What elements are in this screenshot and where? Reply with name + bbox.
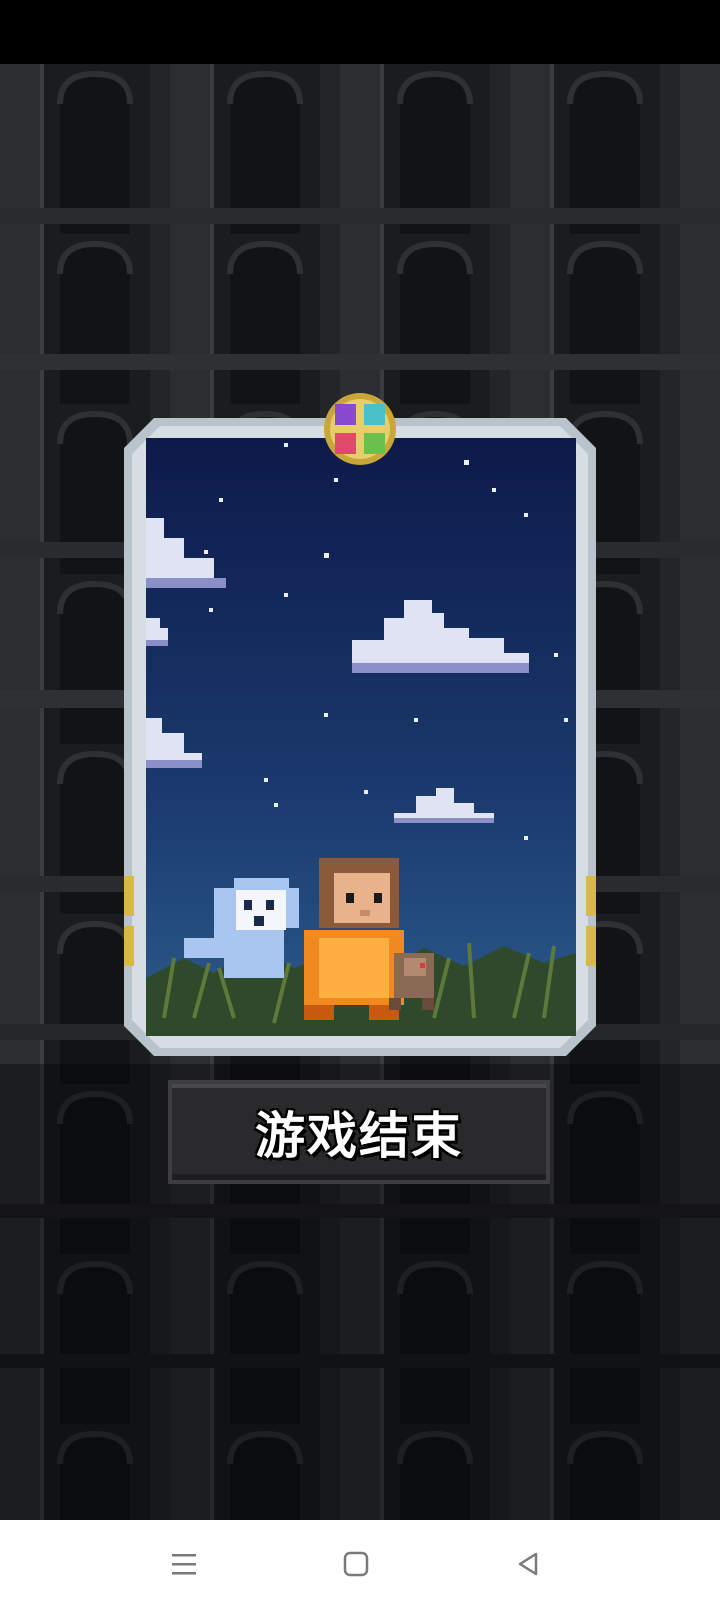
game-over-label: 游戏结束 xyxy=(255,1107,463,1165)
back-icon[interactable] xyxy=(498,1534,558,1594)
status-bar xyxy=(0,0,720,64)
game-over-button[interactable]: 游戏结束 xyxy=(168,1080,550,1184)
game-screen: 游戏结束 xyxy=(0,0,720,1608)
death-card xyxy=(124,418,596,1056)
card-art xyxy=(124,418,596,1056)
menu-icon[interactable] xyxy=(154,1534,214,1594)
hero-sprite xyxy=(304,858,404,1020)
navigation-bar xyxy=(0,1520,720,1608)
home-icon[interactable] xyxy=(326,1534,386,1594)
class-emblem-icon xyxy=(321,390,399,468)
